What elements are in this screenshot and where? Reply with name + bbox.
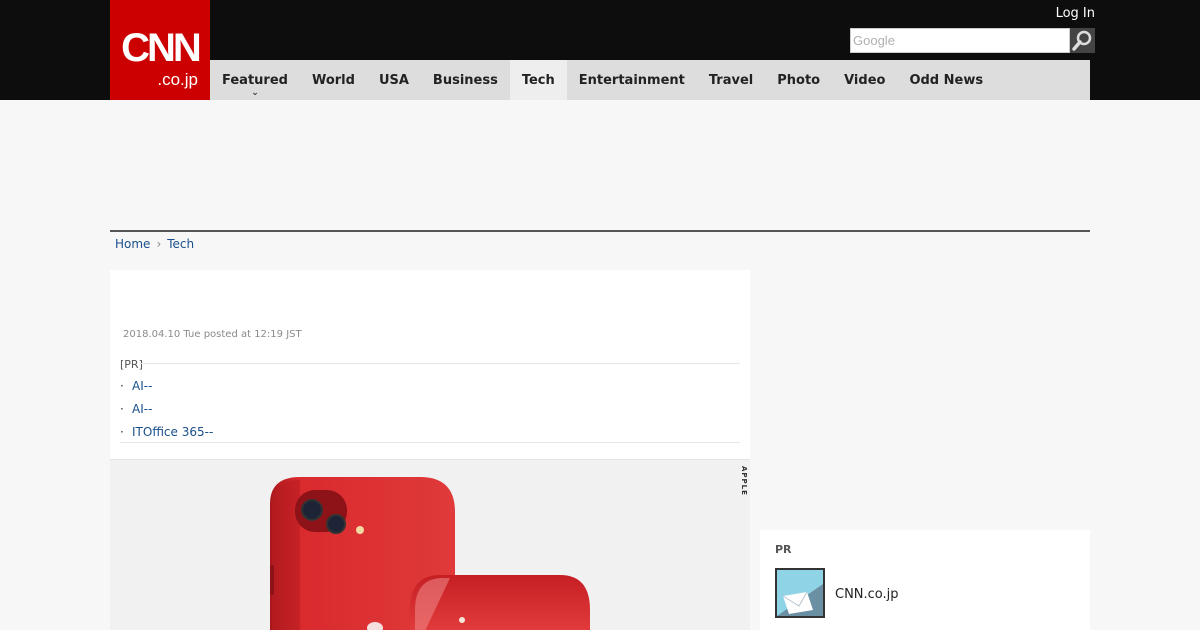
nav-tech[interactable]: Tech xyxy=(509,60,567,100)
sidebar-pr-label: PR xyxy=(775,543,792,556)
nav-odd-news[interactable]: Odd News xyxy=(897,60,995,100)
search-button[interactable] xyxy=(1070,28,1095,53)
list-item: · AI-- xyxy=(120,374,213,397)
chevron-right-icon: › xyxy=(156,237,162,251)
divider xyxy=(120,442,740,443)
nav-featured-label: Featured xyxy=(222,72,288,88)
red-iphone-image xyxy=(110,460,750,630)
login-link[interactable]: Log In xyxy=(1056,6,1095,21)
search-icon xyxy=(1072,30,1092,51)
divider xyxy=(140,363,740,364)
bullet-icon: · xyxy=(120,424,124,439)
nav-featured[interactable]: Featured ⌄ xyxy=(210,60,300,100)
bullet-icon: · xyxy=(120,378,124,393)
nav-usa[interactable]: USA xyxy=(367,60,421,100)
nav-world[interactable]: World xyxy=(300,60,367,100)
nav-video[interactable]: Video xyxy=(832,60,897,100)
pr-link[interactable]: AI-- xyxy=(132,402,152,416)
posted-timestamp: 2018.04.10 Tue posted at 12:19 JST xyxy=(123,329,302,340)
ad-area-divider xyxy=(110,230,1090,232)
article-header-card: 2018.04.10 Tue posted at 12:19 JST [PR] … xyxy=(110,270,750,460)
sidebar-pr-title[interactable]: CNN.co.jp xyxy=(835,587,899,602)
cnn-logo[interactable]: CNN .co.jp xyxy=(110,0,210,100)
pr-label: [PR] xyxy=(120,358,143,371)
photo-credit: APPLE xyxy=(740,466,748,496)
pr-link-list: · AI-- · AI-- · ITOffice 365-- xyxy=(120,374,213,443)
bullet-icon: · xyxy=(120,401,124,416)
pr-link[interactable]: AI-- xyxy=(132,379,152,393)
breadcrumb-tech[interactable]: Tech xyxy=(167,237,194,251)
top-bar: CNN .co.jp Log In Featured ⌄ World USA B… xyxy=(0,0,1200,100)
list-item: · ITOffice 365-- xyxy=(120,420,213,443)
breadcrumb-home[interactable]: Home xyxy=(115,237,150,251)
nav-business[interactable]: Business xyxy=(421,60,510,100)
pr-link[interactable]: ITOffice 365-- xyxy=(132,425,213,439)
chevron-down-icon: ⌄ xyxy=(251,88,259,98)
nav-travel[interactable]: Travel xyxy=(697,60,765,100)
list-item: · AI-- xyxy=(120,397,213,420)
envelope-icon xyxy=(777,570,823,616)
nav-photo[interactable]: Photo xyxy=(765,60,832,100)
logo-sub-text: .co.jp xyxy=(157,70,198,89)
search-input[interactable] xyxy=(850,28,1070,53)
breadcrumb: Home › Tech xyxy=(115,237,194,251)
main-nav: Featured ⌄ World USA Business Tech Enter… xyxy=(210,60,1090,100)
nav-entertainment[interactable]: Entertainment xyxy=(567,60,697,100)
sidebar-pr-thumbnail[interactable] xyxy=(775,568,825,618)
sidebar-pr-box: PR CNN.co.jp xyxy=(760,530,1090,630)
article-photo: APPLE xyxy=(110,459,750,630)
logo-main-text: CNN xyxy=(121,26,202,70)
